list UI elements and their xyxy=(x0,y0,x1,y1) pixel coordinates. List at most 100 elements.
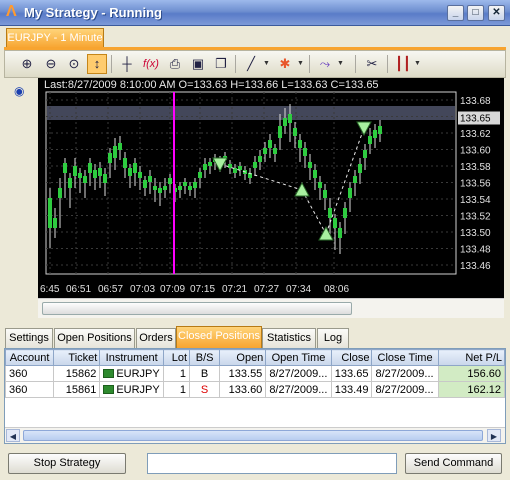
candle-up xyxy=(373,130,377,138)
column-header-instrument[interactable]: Instrument xyxy=(99,349,164,366)
scroll-left-arrow-icon[interactable]: ◀ xyxy=(6,429,20,442)
crosshair-icon[interactable]: ┼ xyxy=(117,54,137,74)
table-row[interactable]: 360 15862 EURJPY 1 B 133.55 8/27/2009...… xyxy=(4,365,506,382)
side-panel: ◉ xyxy=(4,78,38,320)
candle-up xyxy=(293,128,297,136)
buy-signal-marker xyxy=(318,225,334,241)
marker-tool-dropdown-icon[interactable]: ▼ xyxy=(297,54,305,74)
tab-orders[interactable]: Orders xyxy=(136,328,176,348)
candle-up xyxy=(333,218,337,228)
cell-ticket: 15861 xyxy=(53,381,101,398)
minimize-button[interactable]: _ xyxy=(447,5,464,21)
time-tick-label: 07:03 xyxy=(130,284,155,295)
candle-up xyxy=(133,163,137,173)
tab-settings[interactable]: Settings xyxy=(5,328,53,348)
candle-up xyxy=(353,176,357,183)
cell-open: 133.60 xyxy=(219,381,267,398)
copy-icon[interactable]: ❐ xyxy=(211,54,231,74)
tab-statistics[interactable]: Statistics xyxy=(262,328,316,348)
line-tool-icon[interactable]: ╱ xyxy=(241,54,261,74)
cell-side: B xyxy=(189,365,221,382)
print-icon[interactable]: ⎙ xyxy=(165,54,185,74)
column-header-ticket[interactable]: Ticket xyxy=(53,349,101,366)
chart-info-line: Last:8/27/2009 8:10:00 AM O=133.63 H=133… xyxy=(44,79,379,91)
candle-up xyxy=(168,178,172,184)
time-tick-label: 07:21 xyxy=(222,284,247,295)
candle-up xyxy=(343,208,347,218)
zoom-in-icon[interactable]: ⊕ xyxy=(17,54,37,74)
candle-up xyxy=(153,186,157,190)
indicator-icon[interactable]: f(x) xyxy=(141,54,161,74)
candles-dropdown-icon[interactable]: ▼ xyxy=(414,54,422,74)
price-tick-label: 133.48 xyxy=(460,245,491,256)
tab-open-positions[interactable]: Open Positions xyxy=(54,328,135,348)
candle-up xyxy=(288,114,292,123)
chart-toolbar: ⊕ ⊖ ⊙ ↕ ┼ f(x) ⎙ ▣ ❐ ╱ ▼ ✱ ▼ ⤳ ▼ ✂ ┃┃ ▼ xyxy=(4,50,506,78)
candles-icon[interactable]: ┃┃ xyxy=(393,54,413,74)
candle-up xyxy=(328,208,332,218)
maximize-button[interactable]: □ xyxy=(467,5,484,21)
price-tick-label: 133.60 xyxy=(460,146,491,157)
marker-tool-icon[interactable]: ✱ xyxy=(275,54,295,74)
stop-strategy-button[interactable]: Stop Strategy xyxy=(8,453,126,474)
title-bar[interactable]: Ʌ My Strategy - Running _ □ ✕ xyxy=(0,0,510,26)
chart-document-tab[interactable]: EURJPY - 1 Minute xyxy=(6,28,104,48)
time-tick-label: 07:15 xyxy=(190,284,215,295)
candle-up xyxy=(68,178,72,188)
visibility-eye-icon[interactable]: ◉ xyxy=(14,84,30,98)
column-header-open[interactable]: Open xyxy=(219,349,267,366)
zoom-out-icon[interactable]: ⊖ xyxy=(41,54,61,74)
candle-up xyxy=(158,188,162,193)
candle-up xyxy=(258,156,262,162)
candle-up xyxy=(103,174,107,183)
candle-up xyxy=(83,176,87,183)
scroll-right-arrow-icon[interactable]: ▶ xyxy=(487,429,501,442)
cell-instrument: EURJPY xyxy=(99,381,164,398)
pattern-tool-icon[interactable]: ⤳ xyxy=(315,54,335,74)
candle-up xyxy=(53,218,57,228)
command-input[interactable] xyxy=(147,453,397,474)
instrument-icon xyxy=(103,384,115,394)
tab-closed-positions[interactable]: Closed Positions xyxy=(176,326,262,348)
send-command-button[interactable]: Send Command xyxy=(405,453,502,474)
column-header-open-time[interactable]: Open Time xyxy=(265,349,332,366)
cursor-icon[interactable]: ↕ xyxy=(87,54,107,74)
settings-icon[interactable]: ✂ xyxy=(362,54,382,74)
column-header-lot[interactable]: Lot xyxy=(162,349,191,366)
candle-up xyxy=(308,162,312,168)
price-tick-label: 133.68 xyxy=(460,96,491,107)
candle-up xyxy=(358,164,362,173)
candlestick-chart[interactable]: 133.68 133.65 133.62 133.60 133.58 133.56 133.… xyxy=(38,78,504,298)
instrument-label: EURJPY xyxy=(116,383,160,396)
save-icon[interactable]: ▣ xyxy=(188,54,208,74)
table-scrollbar-thumb[interactable] xyxy=(23,430,483,441)
price-tick-label: 133.54 xyxy=(460,195,491,206)
candle-up xyxy=(138,172,142,178)
toolbar-separator xyxy=(387,55,388,73)
candle-up xyxy=(273,148,277,154)
candle-up xyxy=(98,168,102,176)
candle-up xyxy=(283,118,287,126)
column-header-close-time[interactable]: Close Time xyxy=(371,349,439,366)
line-tool-dropdown-icon[interactable]: ▼ xyxy=(263,54,271,74)
candle-up xyxy=(183,182,187,186)
candle-up xyxy=(78,173,82,178)
tab-log[interactable]: Log xyxy=(317,328,349,348)
table-scrollbar[interactable]: ◀ ▶ xyxy=(5,427,505,443)
candle-up xyxy=(123,158,127,168)
column-header-side[interactable]: B/S xyxy=(189,349,221,366)
candle-up xyxy=(208,162,212,166)
chart-scrollbar[interactable] xyxy=(38,298,504,318)
cell-side: S xyxy=(189,381,221,398)
pattern-tool-dropdown-icon[interactable]: ▼ xyxy=(337,54,345,74)
zoom-reset-icon[interactable]: ⊙ xyxy=(64,54,84,74)
close-button[interactable]: ✕ xyxy=(488,5,505,21)
column-header-net-pl[interactable]: Net P/L xyxy=(437,349,506,366)
chart-scrollbar-thumb[interactable] xyxy=(42,302,352,315)
candle-up xyxy=(203,164,207,170)
toolbar-separator xyxy=(355,55,356,73)
column-header-account[interactable]: Account xyxy=(4,349,55,366)
column-header-close[interactable]: Close xyxy=(330,349,373,366)
cell-close: 133.65 xyxy=(330,365,373,382)
table-row[interactable]: 360 15861 EURJPY 1 S 133.60 8/27/2009...… xyxy=(4,381,506,398)
